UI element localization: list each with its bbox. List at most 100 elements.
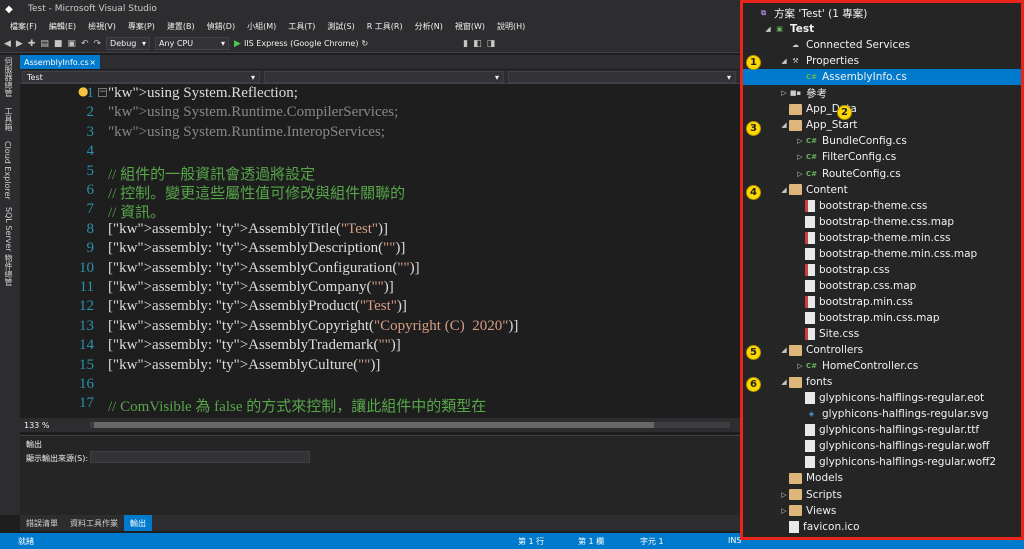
output-source-select[interactable] <box>90 451 310 463</box>
solution-tree-item[interactable]: Models <box>743 470 1021 486</box>
code-line[interactable]: ["kw">assembly: "ty">AssemblyProduct("Te… <box>108 298 407 315</box>
solution-tree-item[interactable]: App_Data <box>743 101 1021 117</box>
bottom-tab[interactable]: 資料工具作業 <box>64 515 124 531</box>
code-line[interactable]: // 控制。變更這些屬性值可修改與組件關聯的 <box>108 182 405 203</box>
menu-item[interactable]: 專案(P) <box>122 21 161 32</box>
zoom-level[interactable]: 133 % <box>20 421 53 430</box>
side-tab-server-explorer[interactable]: 伺服器總管 <box>3 57 14 97</box>
solution-tree-item[interactable]: ◢ Controllers <box>743 342 1021 358</box>
menu-item[interactable]: 偵錯(D) <box>201 21 241 32</box>
solution-tree-item[interactable]: bootstrap.min.css <box>743 294 1021 310</box>
menu-item[interactable]: 檢視(V) <box>82 21 122 32</box>
solution-tree-item[interactable]: ◢ App_Start <box>743 117 1021 133</box>
solution-tree-item[interactable]: glyphicons-halflings-regular.woff <box>743 438 1021 454</box>
configuration-select[interactable]: Debug ▾ <box>106 37 151 50</box>
menu-item[interactable]: 視窗(W) <box>449 21 491 32</box>
platform-select[interactable]: Any CPU ▾ <box>155 37 230 50</box>
menu-item[interactable]: 分析(N) <box>409 21 449 32</box>
solution-tree-item[interactable]: bootstrap-theme.css <box>743 198 1021 214</box>
expanded-arrow-icon[interactable]: ◢ <box>779 121 789 129</box>
member-dropdown[interactable]: ▾ <box>508 71 736 83</box>
bookmark-next-icon[interactable]: ◨ <box>487 39 496 49</box>
solution-tree-item[interactable]: bootstrap.css.map <box>743 278 1021 294</box>
code-line[interactable]: ["kw">assembly: "ty">AssemblyConfigurati… <box>108 260 420 277</box>
solution-tree-item[interactable]: ▷ C# FilterConfig.cs <box>743 149 1021 165</box>
solution-tree-item[interactable]: ◢ fonts <box>743 374 1021 390</box>
code-line[interactable]: ["kw">assembly: "ty">AssemblyCompany("")… <box>108 279 394 296</box>
solution-tree-item[interactable]: ◈ glyphicons-halflings-regular.svg <box>743 406 1021 422</box>
solution-tree-item[interactable]: ▷ C# BundleConfig.cs <box>743 133 1021 149</box>
code-line[interactable]: // 組件的一般資訊會透過將設定 <box>108 163 315 184</box>
solution-tree-item[interactable]: ▷ C# RouteConfig.cs <box>743 166 1021 182</box>
side-tab-sql-server[interactable]: SQL Server 物件總管 <box>3 207 14 286</box>
solution-tree-item[interactable]: ▷ C# HomeController.cs <box>743 358 1021 374</box>
solution-tree-item[interactable]: ◢ ▣ Test <box>743 21 1021 37</box>
menu-item[interactable]: R 工具(R) <box>361 21 409 32</box>
menu-item[interactable]: 小組(M) <box>241 21 282 32</box>
menu-item[interactable]: 測試(S) <box>321 21 360 32</box>
collapsed-arrow-icon[interactable]: ▷ <box>779 89 789 97</box>
code-line[interactable]: ["kw">assembly: "ty">AssemblyTrademark("… <box>108 337 401 354</box>
expanded-arrow-icon[interactable]: ◢ <box>779 346 789 354</box>
bookmark-icon[interactable]: ▮ <box>463 39 468 49</box>
bookmark-prev-icon[interactable]: ◧ <box>473 39 482 49</box>
expanded-arrow-icon[interactable]: ◢ <box>779 378 789 386</box>
project-dropdown[interactable]: Test ▾ <box>22 71 260 83</box>
bottom-tab[interactable]: 錯誤清單 <box>20 515 64 531</box>
expanded-arrow-icon[interactable]: ◢ <box>763 25 773 33</box>
menu-item[interactable]: 編輯(E) <box>43 21 82 32</box>
close-icon[interactable]: × <box>89 58 96 67</box>
collapsed-arrow-icon[interactable]: ▷ <box>779 507 789 515</box>
code-line[interactable]: ["kw">assembly: "ty">AssemblyDescription… <box>108 240 405 257</box>
solution-tree-item[interactable]: ▷ ■▪ 參考 <box>743 85 1021 101</box>
solution-tree-item[interactable]: bootstrap.min.css.map <box>743 310 1021 326</box>
collapsed-arrow-icon[interactable]: ▷ <box>795 137 805 145</box>
code-line[interactable]: ["kw">assembly: "ty">AssemblyCopyright("… <box>108 318 518 335</box>
solution-tree-item[interactable]: C# AssemblyInfo.cs <box>743 69 1021 86</box>
undo-icon[interactable]: ↶ <box>81 39 89 49</box>
expanded-arrow-icon[interactable]: ◢ <box>779 57 789 65</box>
back-icon[interactable]: ◀ <box>4 39 11 49</box>
collapsed-arrow-icon[interactable]: ▷ <box>779 491 789 499</box>
code-line[interactable]: "kw">using System.Runtime.CompilerServic… <box>108 104 398 121</box>
menu-item[interactable]: 檔案(F) <box>4 21 43 32</box>
menu-item[interactable]: 說明(H) <box>491 21 531 32</box>
code-line[interactable]: "kw">using System.Runtime.InteropService… <box>108 124 385 141</box>
solution-tree-item[interactable]: glyphicons-halflings-regular.woff2 <box>743 454 1021 470</box>
code-line[interactable]: ["kw">assembly: "ty">AssemblyCulture("")… <box>108 357 380 374</box>
solution-tree-item[interactable]: Site.css <box>743 326 1021 342</box>
expanded-arrow-icon[interactable]: ◢ <box>779 186 789 194</box>
scrollbar-thumb[interactable] <box>94 422 654 428</box>
solution-tree-item[interactable]: bootstrap.css <box>743 262 1021 278</box>
code-line[interactable]: "kw">using System.Reflection; <box>108 85 298 102</box>
collapsed-arrow-icon[interactable]: ▷ <box>795 153 805 161</box>
solution-tree-item[interactable]: ◢ ⚒ Properties <box>743 53 1021 69</box>
solution-tree-item[interactable]: ⧉ 方案 'Test' (1 專案) <box>743 5 1021 21</box>
code-line[interactable]: // 資訊。 <box>108 201 165 222</box>
solution-tree-item[interactable]: bootstrap-theme.min.css <box>743 230 1021 246</box>
save-icon[interactable]: ■ <box>54 39 63 49</box>
collapse-icon[interactable]: − <box>98 88 107 97</box>
solution-tree-item[interactable]: ▷ Scripts <box>743 487 1021 503</box>
menu-item[interactable]: 工具(T) <box>282 21 321 32</box>
run-button[interactable]: ▶ IIS Express (Google Chrome) ↻ <box>234 39 368 49</box>
open-folder-icon[interactable]: ▤ <box>40 39 49 49</box>
solution-tree-item[interactable]: ▷ Views <box>743 503 1021 519</box>
solution-tree-item[interactable]: favicon.ico <box>743 519 1021 535</box>
solution-tree-item[interactable]: ☁ Connected Services <box>743 37 1021 53</box>
code-editor[interactable]: ● − 1 "kw">using System.Reflection; 2 "kw">… <box>20 84 740 418</box>
save-all-icon[interactable]: ▣ <box>67 39 76 49</box>
solution-tree-item[interactable]: glyphicons-halflings-regular.ttf <box>743 422 1021 438</box>
solution-tree-item[interactable]: ◢ Content <box>743 182 1021 198</box>
side-tab-toolbox[interactable]: 工具箱 <box>3 107 14 131</box>
collapsed-arrow-icon[interactable]: ▷ <box>795 362 805 370</box>
code-line[interactable]: // ComVisible 為 false 的方式來控制，讓此組件中的類型在 <box>108 395 486 416</box>
collapsed-arrow-icon[interactable]: ▷ <box>795 170 805 178</box>
tab-assemblyinfo[interactable]: AssemblyInfo.cs × <box>20 55 100 69</box>
horizontal-scrollbar[interactable] <box>90 422 730 428</box>
redo-icon[interactable]: ↷ <box>93 39 101 49</box>
bottom-tab[interactable]: 輸出 <box>124 515 152 531</box>
solution-tree-item[interactable]: glyphicons-halflings-regular.eot <box>743 390 1021 406</box>
menu-item[interactable]: 建置(B) <box>161 21 201 32</box>
side-tab-cloud-explorer[interactable]: Cloud Explorer <box>3 141 12 200</box>
